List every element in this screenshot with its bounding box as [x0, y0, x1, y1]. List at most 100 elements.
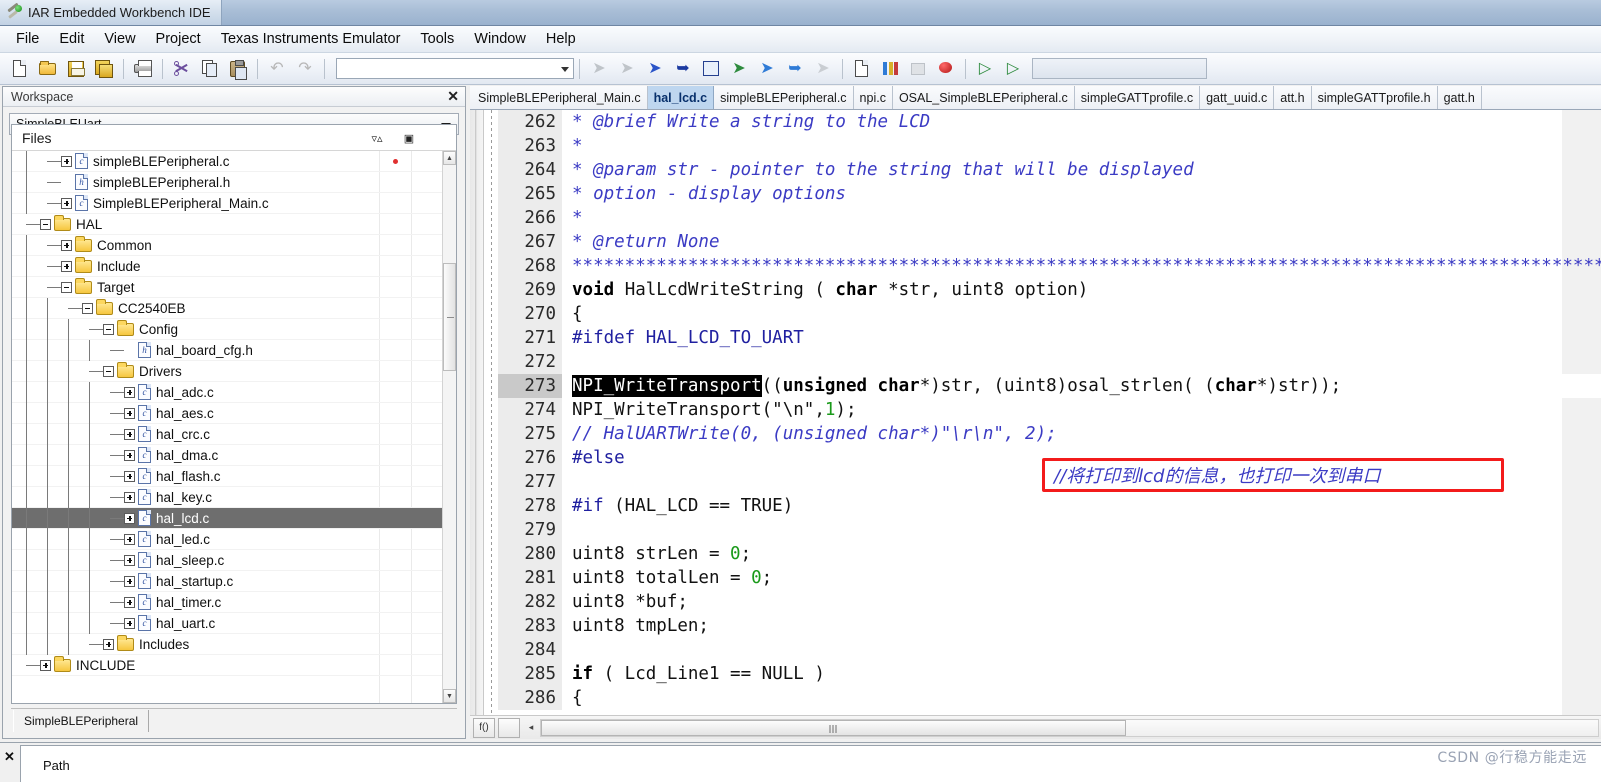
breakpoint-clear-icon[interactable]: ➥ — [670, 56, 696, 82]
expand-toggle-icon[interactable] — [124, 470, 135, 482]
tree-item[interactable]: h hal_board_cfg.h — [12, 340, 442, 361]
code-line[interactable]: 270 { — [498, 302, 1601, 326]
tree-item[interactable]: c SimpleBLEPeripheral_Main.c — [12, 193, 442, 214]
code-line[interactable]: 271 #ifdef HAL_LCD_TO_UART — [498, 326, 1601, 350]
menu-window[interactable]: Window — [464, 28, 536, 50]
bookmark-next-icon[interactable]: ➤ — [614, 56, 640, 82]
code-line[interactable]: 277 — [498, 470, 1601, 494]
collapse-toggle-icon[interactable] — [40, 218, 51, 230]
redo-icon[interactable]: ↷ — [292, 56, 318, 82]
tree-item[interactable]: c hal_crc.c — [12, 424, 442, 445]
code-line[interactable]: 281 uint8 totalLen = 0; — [498, 566, 1601, 590]
save-all-icon[interactable] — [91, 56, 117, 82]
editor-gutter[interactable] — [470, 110, 484, 715]
expand-toggle-icon[interactable] — [61, 239, 72, 251]
breakpoint-set-icon[interactable]: ➤ — [642, 56, 668, 82]
paste-icon[interactable] — [225, 56, 251, 82]
step-over-icon[interactable]: ▷ — [1000, 56, 1026, 82]
file-tree[interactable]: c simpleBLEPeripheral.c h simpleBLEPeripher… — [12, 151, 442, 703]
code-line[interactable]: 266 * — [498, 206, 1601, 230]
editor-tab-npi-c[interactable]: npi.c — [854, 86, 893, 109]
code-line[interactable]: 273 NPI_WriteTransport((unsigned char*)st… — [498, 374, 1601, 398]
scroll-up-arrow-icon[interactable]: ▲ — [443, 151, 456, 165]
tree-vertical-scrollbar[interactable]: ▲ ▼ — [442, 151, 456, 703]
tree-item[interactable]: c simpleBLEPeripheral.c — [12, 151, 442, 172]
editor-tab-simplegattprofile-c[interactable]: simpleGATTprofile.c — [1075, 86, 1201, 109]
expand-toggle-icon[interactable] — [124, 386, 135, 398]
editor-tab-hal-lcd-c[interactable]: hal_lcd.c — [647, 86, 715, 109]
code-line[interactable]: 265 * option - display options — [498, 182, 1601, 206]
code-line[interactable]: 264 * @param str - pointer to the string… — [498, 158, 1601, 182]
code-line[interactable]: 285 if ( Lcd_Line1 == NULL ) — [498, 662, 1601, 686]
editor-horizontal-scrollbar[interactable]: f() ◂ — [470, 715, 1601, 739]
save-icon[interactable] — [63, 56, 89, 82]
editor-body[interactable]: 262 * @brief Write a string to the LCD 26… — [470, 110, 1601, 715]
function-navigation-icon[interactable]: f() — [473, 717, 495, 738]
code-line[interactable]: 280 uint8 strLen = 0; — [498, 542, 1601, 566]
tree-item-selected[interactable]: c hal_lcd.c — [12, 508, 442, 529]
code-line[interactable]: 278 #if (HAL_LCD == TRUE) — [498, 494, 1601, 518]
editor-tab-gatt-h[interactable]: gatt.h — [1438, 86, 1482, 109]
hscroll-thumb[interactable] — [541, 719, 1126, 736]
code-line[interactable]: 284 — [498, 638, 1601, 662]
code-line[interactable]: 283 uint8 tmpLen; — [498, 614, 1601, 638]
new-document-icon[interactable] — [7, 56, 33, 82]
menu-view[interactable]: View — [94, 28, 145, 50]
expand-toggle-icon[interactable] — [61, 155, 72, 167]
editor-tab-simplebleperipheral-main-c[interactable]: SimpleBLEPeripheral_Main.c — [472, 86, 648, 109]
tree-item[interactable]: HAL — [12, 214, 442, 235]
tree-item[interactable]: CC2540EB — [12, 298, 442, 319]
code-line[interactable]: 262 * @brief Write a string to the LCD — [498, 110, 1601, 134]
scroll-thumb[interactable] — [443, 263, 456, 371]
editor-tab-simplegattprofile-h[interactable]: simpleGATTprofile.h — [1312, 86, 1438, 109]
run-icon[interactable]: ▷ — [972, 56, 998, 82]
editor-tab-att-h[interactable]: att.h — [1274, 86, 1312, 109]
workspace-tab-simplebleperipheral[interactable]: SimpleBLEPeripheral — [13, 710, 150, 732]
code-line[interactable]: 268 ************************************… — [498, 254, 1601, 278]
expand-toggle-icon[interactable] — [124, 449, 135, 461]
code-line[interactable]: 269 void HalLcdWriteString ( char *str, u… — [498, 278, 1601, 302]
toggle-breakpoint-icon[interactable] — [877, 56, 903, 82]
expand-toggle-icon[interactable] — [61, 260, 72, 272]
expand-toggle-icon[interactable] — [61, 197, 72, 209]
tree-item[interactable]: Target — [12, 277, 442, 298]
expand-toggle-icon[interactable] — [124, 554, 135, 566]
undo-icon[interactable]: ↶ — [264, 56, 290, 82]
code-line[interactable]: 272 — [498, 350, 1601, 374]
editor-tabstrip[interactable]: SimpleBLEPeripheral_Main.c hal_lcd.c simpl… — [470, 86, 1601, 110]
expand-toggle-icon[interactable] — [124, 596, 135, 608]
bookmark-toggle-icon[interactable]: ➤ — [586, 56, 612, 82]
stop-build-icon[interactable]: ➤ — [810, 56, 836, 82]
code-line[interactable]: 267 * @return None — [498, 230, 1601, 254]
toolbar-extra-field[interactable] — [1032, 58, 1207, 79]
collapse-toggle-icon[interactable] — [61, 281, 72, 293]
code-line[interactable]: 286 { — [498, 686, 1601, 710]
expand-toggle-icon[interactable] — [124, 491, 135, 503]
sort-order-icon[interactable]: ▿▵ — [366, 129, 388, 147]
scroll-left-arrow-icon[interactable]: ◂ — [524, 718, 538, 738]
tree-item[interactable]: c hal_led.c — [12, 529, 442, 550]
code-text-area[interactable]: 262 * @brief Write a string to the LCD 26… — [498, 110, 1601, 715]
make-icon[interactable]: ➤ — [754, 56, 780, 82]
menu-texas-instruments-emulator[interactable]: Texas Instruments Emulator — [211, 28, 411, 50]
expand-toggle-icon[interactable] — [124, 512, 135, 524]
close-icon[interactable]: ✕ — [447, 89, 459, 103]
expand-toggle-icon[interactable] — [124, 407, 135, 419]
tree-item[interactable]: c hal_key.c — [12, 487, 442, 508]
expand-toggle-icon[interactable] — [40, 659, 51, 671]
tree-item[interactable]: Common — [12, 235, 442, 256]
tree-item[interactable]: INCLUDE — [12, 655, 442, 676]
tree-item[interactable]: c hal_aes.c — [12, 403, 442, 424]
code-line[interactable]: 263 * — [498, 134, 1601, 158]
stop-debugger-icon[interactable] — [933, 56, 959, 82]
open-folder-icon[interactable] — [35, 56, 61, 82]
go-to-line-icon[interactable] — [698, 56, 724, 82]
code-line[interactable]: 276 #else — [498, 446, 1601, 470]
collapse-toggle-icon[interactable] — [103, 323, 114, 335]
tree-item[interactable]: c hal_adc.c — [12, 382, 442, 403]
tree-item[interactable]: c hal_uart.c — [12, 613, 442, 634]
expand-toggle-icon[interactable] — [124, 575, 135, 587]
code-line[interactable]: 275 // HalUARTWrite(0, (unsigned char*)"… — [498, 422, 1601, 446]
menu-help[interactable]: Help — [536, 28, 586, 50]
menu-project[interactable]: Project — [146, 28, 211, 50]
